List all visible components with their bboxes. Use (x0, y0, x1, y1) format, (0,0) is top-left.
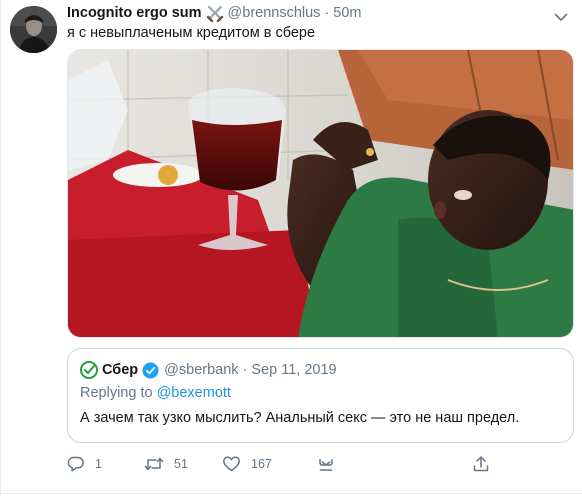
share-button[interactable] (317, 455, 335, 473)
crossed-swords-icon (206, 4, 224, 22)
tweet-photo[interactable] (67, 49, 574, 338)
quoted-date: Sep 11, 2019 (251, 362, 337, 378)
tweet-actions: 1 51 167 (67, 455, 567, 475)
bottom-divider (0, 493, 582, 494)
quoted-author-name: Сбер (102, 362, 139, 378)
separator-dot: · (324, 5, 330, 21)
tweet-timestamp[interactable]: 50m (333, 5, 361, 21)
like-button[interactable]: 167 (222, 455, 272, 473)
quoted-author-handle: @sberbank (164, 362, 239, 378)
replying-to-label: Replying to (80, 385, 157, 401)
upload-button[interactable] (472, 455, 490, 473)
photo-image (68, 50, 573, 337)
author-name[interactable]: Incognito ergo sum (67, 5, 202, 21)
tweet-text: я с невыплаченым кредитом в сбере (67, 25, 316, 41)
author-handle[interactable]: @brennschlus (228, 5, 321, 21)
quoted-tweet-text: А зачем так узко мыслить? Анальный секс … (80, 410, 520, 426)
like-icon (222, 455, 241, 473)
left-divider (0, 0, 1, 496)
author-avatar[interactable] (10, 6, 57, 53)
replying-to: Replying to @bexemott (80, 385, 231, 401)
quoted-tweet-header: Сбер @sberbank · Sep 11, 2019 (80, 361, 337, 379)
chevron-down-icon[interactable] (554, 9, 568, 27)
quoted-tweet[interactable]: Сбер @sberbank · Sep 11, 2019 Replying t… (67, 348, 574, 443)
retweet-icon (144, 455, 164, 473)
reply-icon (67, 455, 85, 473)
quoted-separator-dot: · (242, 362, 248, 378)
verified-badge-icon (142, 362, 159, 379)
retweet-button[interactable]: 51 (144, 455, 188, 473)
avatar-image (10, 6, 57, 53)
reply-button[interactable]: 1 (67, 455, 102, 473)
share-icon (317, 455, 335, 473)
upload-icon (472, 455, 490, 473)
sber-logo-icon (80, 361, 98, 379)
tweet-header: Incognito ergo sum @brennschlus · 50m (67, 4, 362, 22)
reply-count: 1 (95, 457, 102, 471)
replying-to-handle[interactable]: @bexemott (157, 385, 231, 401)
like-count: 167 (251, 457, 272, 471)
retweet-count: 51 (174, 457, 188, 471)
